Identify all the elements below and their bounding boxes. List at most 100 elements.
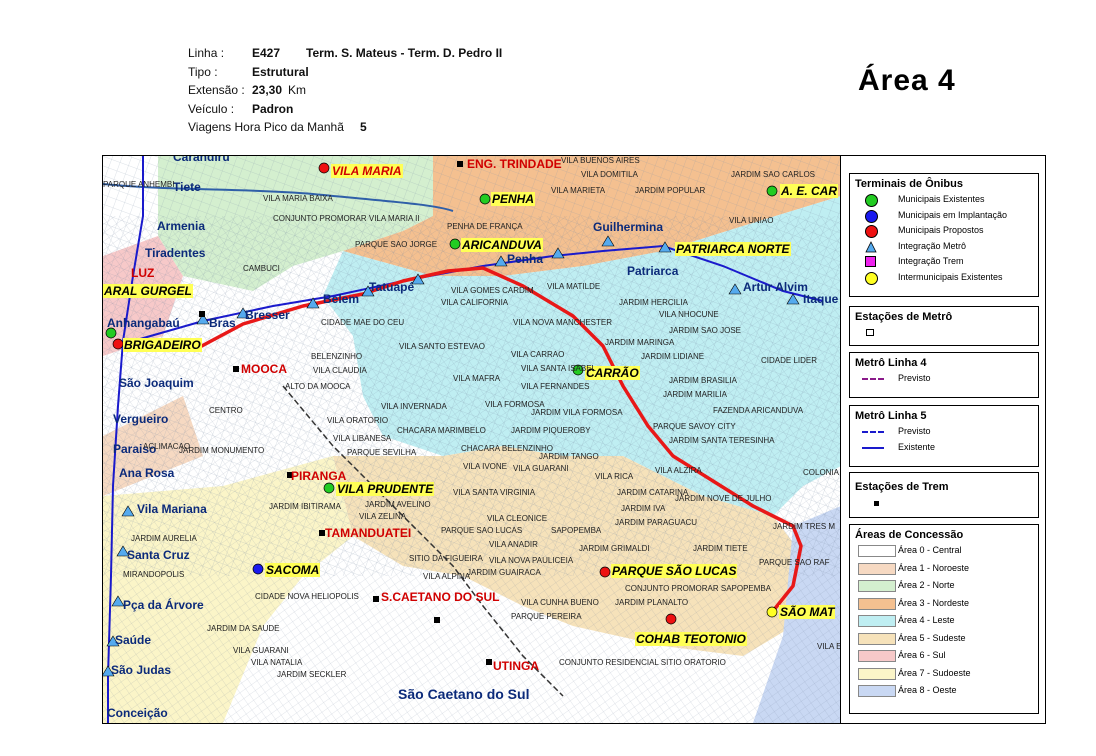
street-label: ALTO DA MOOCA	[285, 382, 351, 391]
street-label: VILA RICA	[595, 472, 634, 481]
street-label: VILA MARIA BAIXA	[263, 194, 333, 203]
linha-name: Term. S. Mateus - Term. D. Pedro II	[306, 46, 503, 60]
legend-metro4-title: Metrô Linha 4	[855, 357, 927, 369]
street-label: CENTRO	[209, 406, 243, 415]
legend-terminal-row: Municipais Existentes	[850, 192, 1038, 208]
street-label: PARQUE SAO RAF	[759, 558, 830, 567]
label-artur-alvim: Artur Alvim	[743, 280, 808, 294]
street-label: VILA IVONE	[463, 462, 508, 471]
street-label: CHACARA MARIMBELO	[397, 426, 486, 435]
street-label: CONJUNTO PROMORAR VILA MARIA II	[273, 214, 420, 223]
legend-area-row: Área 1 - Noroeste	[850, 561, 1038, 579]
veiculo-label: Veículo :	[188, 102, 235, 116]
extensao-label: Extensão :	[188, 83, 245, 97]
legend-terminal-row: Municipais Propostos	[850, 223, 1038, 239]
street-label: JARDIM PIQUEROBY	[511, 426, 591, 435]
legend-line-label: Existente	[898, 441, 936, 452]
street-label: VILA ANADIR	[489, 540, 538, 549]
label-sao-judas: São Judas	[111, 663, 172, 677]
street-label: VILA SANTO ESTEVAO	[399, 342, 485, 351]
street-label: VILA FERNANDES	[521, 382, 590, 391]
area-title: Área 4	[858, 64, 956, 97]
label-carandiru: Carandiru	[173, 155, 230, 164]
terminal-parque-sao-lucas-icon	[599, 566, 611, 578]
label-tiete: Tiete	[173, 180, 201, 194]
street-label: VILA NATALIA	[251, 658, 303, 667]
label-saude: Saúde	[115, 633, 152, 647]
legend-area-row: Área 0 - Central	[850, 543, 1038, 561]
street-label: CONJUNTO RESIDENCIAL SITIO ORATORIO	[559, 658, 726, 667]
area-swatch	[858, 597, 896, 610]
label-luz: LUZ	[131, 266, 155, 280]
street-label: VILA UNIAO	[729, 216, 774, 225]
street-label: JARDIM TIETE	[693, 544, 748, 553]
street-label: PARQUE SAO LUCAS	[441, 526, 523, 535]
street-label: VILA MATILDE	[547, 282, 601, 291]
legend-terminal-row: Intermunicipais Existentes	[850, 270, 1038, 286]
terminal-cohab-teotonio-icon	[665, 613, 677, 625]
map-panel[interactable]: VILA MARIA PENHA ARICANDUVA A. E. CAR PA…	[102, 155, 842, 724]
street-label: CAMBUCI	[243, 264, 280, 273]
legend-metro-stations: Estações de Metrô	[849, 306, 1039, 346]
legend-areas-title: Áreas de Concessão	[855, 529, 964, 541]
street-label: JARDIM GUAIRACA	[467, 568, 541, 577]
street-label: JARDIM SANTA TERESINHA	[669, 436, 775, 445]
label-belem: Belem	[323, 292, 360, 306]
street-label: JARDIM IVA	[621, 504, 666, 513]
legend-area-label: Área 3 - Nordeste	[898, 597, 970, 608]
linha-label: Linha :	[188, 46, 225, 60]
street-label: VILA CLAUDIA	[313, 366, 367, 375]
street-label: JARDIM POPULAR	[635, 186, 706, 195]
legend-terminais-title: Terminais de Ônibus	[855, 178, 963, 190]
label-vila-mariana: Vila Mariana	[137, 502, 207, 516]
terminal-circle-icon	[865, 194, 878, 207]
street-label: JARDIM MARINGA	[605, 338, 675, 347]
label-sacoma: SACOMA	[265, 563, 321, 577]
label-aral-gurgel: ARAL GURGEL	[103, 284, 193, 298]
street-label: VILA NOVA PAULICEIA	[489, 556, 574, 565]
street-label: CIDADE MAE DO CEU	[321, 318, 405, 327]
street-label: MIRANDOPOLIS	[123, 570, 185, 579]
legend-area-row: Área 3 - Nordeste	[850, 596, 1038, 614]
legend-area-label: Área 1 - Noroeste	[898, 562, 970, 573]
label-patriarca-norte: PATRIARCA NORTE	[675, 242, 791, 256]
legend-terminal-label: Municipais Propostos	[898, 225, 984, 235]
legend-line-row: Existente	[850, 440, 1038, 456]
legend-area-label: Área 4 - Leste	[898, 615, 955, 625]
terminal-vila-maria-icon	[318, 162, 330, 174]
legend-terminal-label: Integração Trem	[898, 256, 964, 266]
street-label: VILA BUENOS AIRES	[561, 156, 640, 165]
street-label: PARQUE SAO JORGE	[355, 240, 438, 249]
street-label: VILA DOMITILA	[581, 170, 638, 179]
street-label: PARQUE SEVILHA	[347, 448, 417, 457]
legend-terminal-label: Integração Metrô	[898, 240, 967, 251]
legend-area-label: Área 7 - Sudoeste	[898, 667, 971, 678]
terminal-aricanduva-icon	[449, 238, 461, 250]
line-dashed-icon	[862, 431, 884, 433]
label-vila-maria: VILA MARIA	[331, 164, 403, 178]
area-swatch	[858, 685, 896, 697]
street-label: VILA GOMES CARDIM	[451, 286, 534, 295]
label-parque-sao-lucas: PARQUE SÃO LUCAS	[611, 564, 738, 578]
street-label: JARDIM LIDIANE	[641, 352, 705, 361]
label-sao-joaquim: São Joaquim	[119, 376, 194, 390]
legend-line-label: Previsto	[898, 426, 931, 436]
label-sao-caetano-city: São Caetano do Sul	[398, 686, 530, 702]
street-label: SITIO DA FIGUEIRA	[409, 554, 483, 563]
metro-station-icon	[866, 329, 874, 336]
legend-metro4: Metrô Linha 4 Previsto	[849, 352, 1039, 398]
terminal-square-icon	[865, 256, 876, 267]
extensao-value: 23,30	[252, 83, 283, 97]
legend-line-label: Previsto	[898, 373, 931, 383]
legend-panel: Terminais de Ônibus Municipais Existente…	[840, 155, 1046, 724]
street-label: JARDIM PLANALTO	[615, 598, 689, 607]
label-sao-mateus: SÃO MAT	[779, 605, 836, 619]
street-label: FAZENDA ARICANDUVA	[713, 406, 804, 415]
street-label: JARDIM PARAGUACU	[615, 518, 698, 527]
area-swatch	[858, 667, 896, 680]
label-ana-rosa: Ana Rosa	[119, 466, 175, 480]
street-label: JARDIM HERCILIA	[619, 298, 688, 307]
street-label: VILA GUARANI	[233, 646, 289, 655]
label-santa-cruz: Santa Cruz	[127, 548, 190, 562]
street-label: PARQUE SAVOY CITY	[653, 422, 736, 431]
